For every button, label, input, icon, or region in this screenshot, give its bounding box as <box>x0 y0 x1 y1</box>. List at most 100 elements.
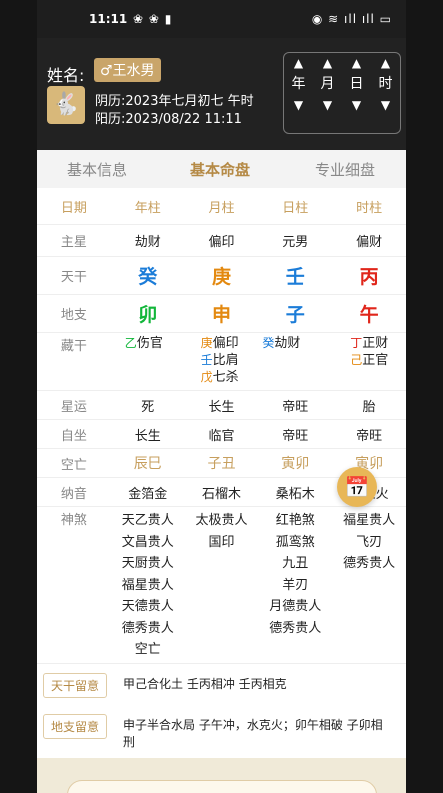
table-cell: 壬 <box>258 256 333 295</box>
branch-notes-text: 申子半合水局 子午冲，水克火；卯午相破 子卯相刑 <box>123 718 383 749</box>
row-label: 自坐 <box>37 419 111 449</box>
hidden-stem-god: 伤官 <box>136 336 163 351</box>
list-item: 月德贵人 <box>269 599 322 614</box>
table-cell: 金箔金 <box>110 477 185 507</box>
header-date: 日期 <box>37 188 111 225</box>
year-adjuster: ▲ 年 ▼ <box>284 53 313 115</box>
hidden-stem-god: 劫财 <box>274 336 301 351</box>
day-up-icon[interactable]: ▲ <box>342 53 371 73</box>
row-label: 天干 <box>37 256 111 295</box>
list-item: 太极贵人 <box>195 513 248 528</box>
row-label: 藏干 <box>37 332 111 391</box>
hour-up-icon[interactable]: ▲ <box>371 53 400 73</box>
month-label: 月 <box>320 76 335 92</box>
hidden-stem: 丁 <box>350 336 363 350</box>
table-cell: 丙 <box>332 256 406 295</box>
year-down-icon[interactable]: ▼ <box>284 95 313 115</box>
tab-basic-chart[interactable]: 基本命盘 <box>190 159 250 180</box>
table-cell: 庚偏印 壬比肩 戊七杀 <box>184 332 259 391</box>
month-up-icon[interactable]: ▲ <box>313 53 342 73</box>
zodiac-rabbit-icon: 🐇 <box>47 86 85 124</box>
table-cell: 帝旺 <box>258 419 333 449</box>
month-down-icon[interactable]: ▼ <box>313 95 342 115</box>
notes-section: 天干留意 甲己合化土 壬丙相冲 壬丙相克 地支留意 申子半合水局 子午冲，水克火… <box>37 663 406 756</box>
tab-basic-info[interactable]: 基本信息 <box>67 159 127 180</box>
bottom-action-pill[interactable] <box>67 780 377 793</box>
row-zhuxing: 主星 劫财 偏印 元男 偏财 <box>37 224 406 257</box>
table-cell: 辰巳 <box>110 448 185 478</box>
tab-pro-chart[interactable]: 专业细盘 <box>315 159 375 180</box>
list-item: 飞刃 <box>356 534 383 550</box>
list-item: 空亡 <box>134 642 161 657</box>
hidden-stem: 壬 <box>200 353 213 367</box>
calendar-clock-icon[interactable]: 📅 <box>337 467 377 507</box>
header-month: 月柱 <box>184 188 259 225</box>
list-item: 福星贵人 <box>343 513 396 528</box>
row-shensha: 神煞 天乙贵人 文昌贵人 天厨贵人 福星贵人 天德贵人 德秀贵人 空亡 太极贵人… <box>37 507 406 669</box>
list-item: 德秀贵人 <box>269 620 322 636</box>
hidden-stem-god: 偏印 <box>212 336 239 351</box>
list-item: 德秀贵人 <box>343 556 396 571</box>
table-cell: 偏印 <box>184 224 259 257</box>
header-day: 日柱 <box>258 188 333 225</box>
list-item: 德秀贵人 <box>121 620 174 636</box>
table-cell: 临官 <box>184 419 259 449</box>
table-cell: 福星贵人 飞刃 德秀贵人 <box>332 507 406 669</box>
bottom-panel <box>37 758 406 793</box>
system-icons: ◉ ≋ ıll ıll ▭ <box>311 12 392 26</box>
hour-down-icon[interactable]: ▼ <box>371 95 400 115</box>
table-cell: 长生 <box>110 419 185 449</box>
table-cell: 子丑 <box>184 448 259 478</box>
row-label: 主星 <box>37 224 111 257</box>
table-cell: 乙伤官 <box>110 332 185 391</box>
list-item: 国印 <box>208 534 235 550</box>
list-item: 福星贵人 <box>121 577 174 593</box>
table-cell: 申 <box>184 294 259 333</box>
table-cell: 长生 <box>184 390 259 420</box>
row-zizuo: 自坐 长生 临官 帝旺 帝旺 <box>37 419 406 449</box>
table-cell: 劫财 <box>110 224 185 257</box>
solar-date: 阳历:2023/08/22 11:11 <box>95 112 242 127</box>
table-cell: 石榴木 <box>184 477 259 507</box>
table-cell: 天乙贵人 文昌贵人 天厨贵人 福星贵人 天德贵人 德秀贵人 空亡 <box>111 507 185 669</box>
year-up-icon[interactable]: ▲ <box>284 53 313 73</box>
table-cell: 桑柘木 <box>258 477 333 507</box>
table-cell: 癸 <box>110 256 185 295</box>
branch-notes-button[interactable]: 地支留意 <box>43 714 108 739</box>
left-backdrop <box>0 0 37 793</box>
table-cell: 太极贵人 国印 <box>185 507 259 669</box>
row-label: 神煞 <box>60 513 87 528</box>
status-time: 11:11 <box>89 12 128 26</box>
list-item: 天厨贵人 <box>121 556 174 571</box>
table-cell: 偏财 <box>332 224 406 257</box>
hidden-stem: 己 <box>350 353 363 367</box>
row-label: 地支 <box>37 294 111 333</box>
name-badge[interactable]: ♂王水男 <box>94 58 161 82</box>
hidden-stem: 乙 <box>124 336 137 350</box>
table-cell: 寅卯 <box>258 448 333 478</box>
tab-bar: 基本信息 基本命盘 专业细盘 <box>37 150 406 188</box>
row-label: 空亡 <box>37 448 111 478</box>
table-cell: 卯 <box>110 294 185 333</box>
hidden-stem-god: 正官 <box>362 353 389 368</box>
day-label: 日 <box>349 76 364 92</box>
list-item: 文昌贵人 <box>121 534 174 550</box>
table-cell: 午 <box>332 294 406 333</box>
row-label: 纳音 <box>37 477 111 507</box>
list-item: 天德贵人 <box>121 599 174 614</box>
stem-notes-button[interactable]: 天干留意 <box>43 673 108 698</box>
day-down-icon[interactable]: ▼ <box>342 95 371 115</box>
table-header-row: 日期 年柱 月柱 日柱 时柱 <box>37 188 406 225</box>
header-year: 年柱 <box>110 188 185 225</box>
hour-adjuster: ▲ 时 ▼ <box>371 53 400 115</box>
table-cell: 帝旺 <box>258 390 333 420</box>
month-adjuster: ▲ 月 ▼ <box>313 53 342 115</box>
profile-header: 姓名: ♂王水男 🐇 阴历:2023年七月初七 午时 阳历:2023/08/22… <box>37 38 406 150</box>
name-label: 姓名: <box>47 66 85 85</box>
list-item: 孤鸾煞 <box>275 534 315 550</box>
table-cell: 胎 <box>332 390 406 420</box>
day-adjuster: ▲ 日 ▼ <box>342 53 371 115</box>
status-bar: 11:11 ❀ ❀ ▮ ◉ ≋ ıll ıll ▭ <box>37 0 406 38</box>
table-cell: 帝旺 <box>332 419 406 449</box>
list-item: 天乙贵人 <box>121 513 174 528</box>
